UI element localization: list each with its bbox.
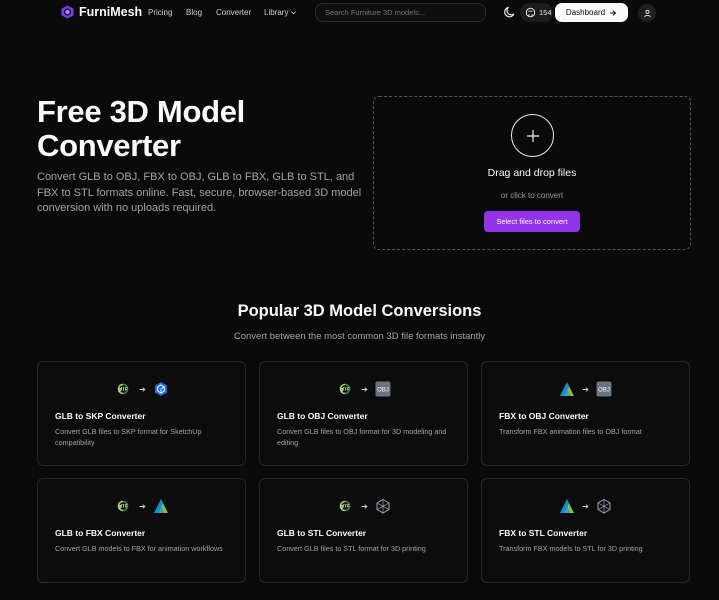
arrow-right-icon: ➔: [582, 501, 589, 511]
nav-link-library[interactable]: Library: [264, 8, 297, 17]
hero-title: Free 3D Model Converter: [37, 94, 245, 163]
conversion-card-glb-skp[interactable]: glTF ➔ GLB to SKP Converter Convert GLB …: [37, 361, 246, 466]
dropzone-title: Drag and drop files: [487, 167, 577, 179]
gltf-icon: glTF: [339, 383, 351, 395]
arrow-right-icon: ➔: [139, 501, 146, 511]
autodesk-icon: [153, 499, 168, 513]
arrow-right-icon: ➔: [139, 384, 146, 394]
conversion-card-glb-obj[interactable]: glTF ➔ OBJ GLB to OBJ Converter Convert …: [259, 361, 468, 466]
nav-link-pricing[interactable]: Pricing: [148, 8, 172, 17]
plus-icon: [526, 129, 539, 142]
arrow-right-icon: [610, 9, 617, 16]
dashboard-button[interactable]: Dashboard: [555, 3, 628, 22]
top-navbar: FurniMesh Pricing Blog Converter Library…: [0, 0, 719, 25]
obj-icon: OBJ: [375, 381, 391, 397]
brand-logo[interactable]: FurniMesh: [61, 5, 142, 19]
card-icons: glTF ➔ OBJ: [260, 379, 467, 399]
card-title: FBX to STL Converter: [499, 528, 588, 538]
upload-plus-icon[interactable]: [511, 114, 554, 157]
obj-icon: OBJ: [596, 381, 612, 397]
search-input[interactable]: [315, 3, 486, 22]
card-title: GLB to SKP Converter: [55, 411, 146, 421]
svg-text:OBJ: OBJ: [598, 388, 610, 394]
card-description: Convert GLB files to OBJ format for 3D m…: [277, 427, 447, 447]
card-description: Transform FBX animation files to OBJ for…: [499, 427, 642, 436]
github-icon: [525, 7, 536, 18]
github-stars-button[interactable]: 154: [520, 3, 553, 22]
conversion-card-fbx-stl[interactable]: ➔ FBX to STL Converter Transform FBX mod…: [481, 478, 690, 583]
gltf-icon: glTF: [117, 500, 129, 512]
svg-text:glTF: glTF: [341, 504, 350, 509]
card-title: GLB to STL Converter: [277, 528, 367, 538]
file-dropzone[interactable]: Drag and drop files or click to convert …: [373, 96, 691, 250]
conversion-card-glb-stl[interactable]: glTF ➔ GLB to STL Converter Convert GLB …: [259, 478, 468, 583]
dashboard-button-label: Dashboard: [565, 8, 606, 17]
card-icons: ➔ OBJ: [482, 379, 689, 399]
chevron-down-icon: [291, 11, 297, 15]
gltf-icon: glTF: [339, 500, 351, 512]
nav-link-library-label: Library: [264, 8, 289, 17]
arrow-right-icon: ➔: [361, 384, 368, 394]
card-description: Convert GLB models to FBX for animation …: [55, 544, 223, 553]
card-title: GLB to OBJ Converter: [277, 411, 368, 421]
card-icons: glTF ➔: [38, 379, 245, 399]
card-icons: glTF ➔: [38, 496, 245, 516]
hero-subtitle: Convert GLB to OBJ, FBX to OBJ, GLB to F…: [37, 171, 362, 214]
dropzone-hint: or click to convert: [500, 191, 564, 200]
svg-text:glTF: glTF: [119, 504, 128, 509]
gltf-icon: glTF: [117, 383, 129, 395]
user-menu-button[interactable]: [638, 4, 656, 22]
svg-text:glTF: glTF: [119, 387, 128, 392]
select-files-button[interactable]: Select files to convert: [484, 211, 580, 232]
autodesk-icon: [560, 499, 575, 513]
card-description: Convert GLB files to SKP format for Sket…: [55, 427, 202, 447]
card-description: Transform FBX models to STL for 3D print…: [499, 544, 643, 553]
cube-logo-icon: [61, 5, 74, 19]
theme-toggle-moon-icon[interactable]: [503, 5, 517, 19]
nav-link-blog[interactable]: Blog: [186, 8, 202, 17]
section-subtitle: Convert between the most common 3D file …: [233, 331, 486, 342]
autodesk-icon: [560, 382, 575, 396]
card-title: FBX to OBJ Converter: [499, 411, 589, 421]
arrow-right-icon: ➔: [582, 384, 589, 394]
card-icons: ➔: [482, 496, 689, 516]
conversion-card-fbx-obj[interactable]: ➔ OBJ FBX to OBJ Converter Transform FBX…: [481, 361, 690, 466]
stl-icon: [376, 498, 390, 514]
card-icons: glTF ➔: [260, 496, 467, 516]
stl-icon: [597, 498, 611, 514]
card-description: Convert GLB files to STL format for 3D p…: [277, 544, 426, 553]
brand-name: FurniMesh: [79, 5, 143, 19]
github-star-count: 154: [539, 8, 552, 17]
nav-link-converter[interactable]: Converter: [216, 8, 251, 17]
card-title: GLB to FBX Converter: [55, 528, 146, 538]
section-title: Popular 3D Model Conversions: [237, 302, 482, 320]
sketchup-icon: [154, 382, 167, 396]
svg-text:glTF: glTF: [341, 387, 350, 392]
conversion-card-glb-fbx[interactable]: glTF ➔ GLB to FBX Converter Convert GLB …: [37, 478, 246, 583]
arrow-right-icon: ➔: [361, 501, 368, 511]
user-icon: [643, 9, 651, 17]
svg-text:OBJ: OBJ: [377, 388, 389, 394]
